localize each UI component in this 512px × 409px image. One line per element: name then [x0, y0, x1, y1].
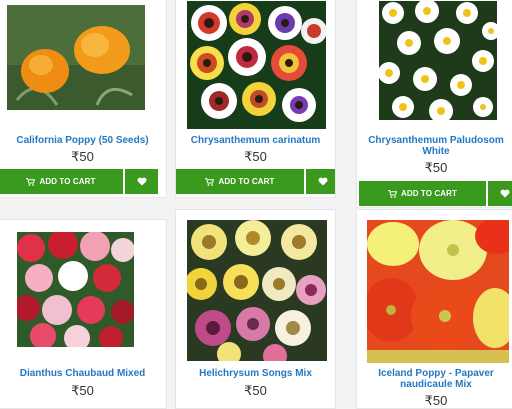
product-image[interactable]: [187, 220, 327, 361]
product-price: ₹50: [244, 383, 267, 398]
product-card[interactable]: Dianthus Chaubaud Mixed ₹50: [0, 219, 167, 409]
product-card[interactable]: Iceland Poppy - Papaver naudicaule Mix ₹…: [356, 209, 512, 409]
product-card[interactable]: Chrysanthemum Paludosom White ₹50 ADD TO…: [356, 0, 512, 208]
cart-icon: [387, 189, 397, 198]
product-title[interactable]: Chrysanthemum Paludosom White: [357, 135, 512, 157]
add-to-cart-button[interactable]: ADD TO CART: [176, 169, 304, 194]
add-to-cart-label: ADD TO CART: [218, 177, 275, 186]
product-price: ₹50: [424, 160, 448, 175]
wishlist-button[interactable]: [487, 181, 512, 206]
add-to-cart-button[interactable]: ADD TO CART: [359, 181, 486, 206]
product-image[interactable]: [7, 5, 145, 110]
product-image[interactable]: [17, 232, 134, 347]
product-card[interactable]: Helichrysum Songs Mix ₹50: [175, 209, 336, 409]
add-to-cart-label: ADD TO CART: [39, 177, 96, 186]
product-card[interactable]: Chrysanthemum carinatum ₹50 ADD TO CART: [175, 0, 336, 198]
product-price: ₹50: [71, 149, 94, 164]
product-title[interactable]: Helichrysum Songs Mix: [176, 368, 335, 379]
product-title[interactable]: Dianthus Chaubaud Mixed: [0, 368, 166, 379]
add-to-cart-label: ADD TO CART: [400, 189, 458, 198]
product-title[interactable]: Iceland Poppy - Papaver naudicaule Mix: [357, 368, 512, 390]
product-price: ₹50: [244, 149, 267, 164]
product-image[interactable]: [379, 1, 497, 120]
wishlist-button[interactable]: [305, 169, 335, 194]
heart-icon: [318, 177, 328, 186]
product-price: ₹50: [424, 393, 448, 408]
product-card[interactable]: California Poppy (50 Seeds) ₹50 ADD TO C…: [0, 0, 167, 198]
product-price: ₹50: [71, 383, 94, 398]
product-title[interactable]: Chrysanthemum carinatum: [176, 135, 335, 146]
heart-icon: [137, 177, 147, 186]
heart-icon: [500, 189, 510, 198]
wishlist-button[interactable]: [124, 169, 158, 194]
cart-icon: [205, 177, 215, 186]
add-to-cart-button[interactable]: ADD TO CART: [0, 169, 123, 194]
cart-icon: [26, 177, 36, 186]
product-image[interactable]: [187, 1, 326, 129]
product-title[interactable]: California Poppy (50 Seeds): [0, 135, 166, 146]
product-image[interactable]: [367, 220, 509, 363]
